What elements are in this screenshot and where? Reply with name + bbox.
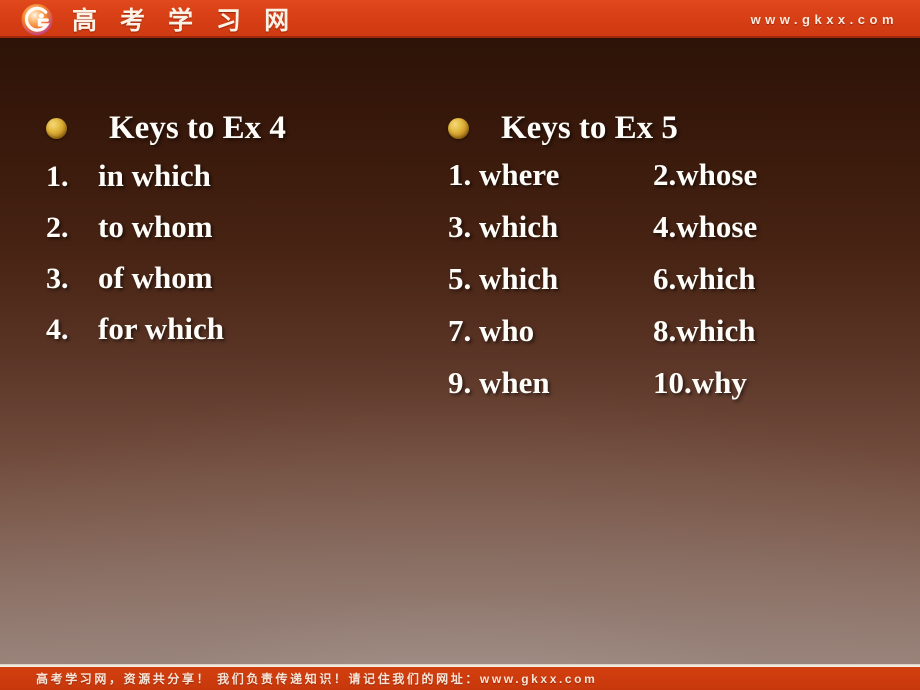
list-item: 2. to whom (46, 209, 436, 260)
keys-ex4-heading-row: Keys to Ex 4 (46, 104, 436, 152)
brand-char-3: 学 (168, 7, 195, 35)
list-item: 5. which 6.which (448, 261, 888, 313)
item-number: 2. (46, 211, 69, 244)
list-item: 9. when 10.why (448, 365, 888, 417)
brand-char-2: 考 (120, 7, 147, 35)
brand-char-1: 高 (72, 7, 99, 35)
gkxx-circle-g-logo-icon (21, 3, 53, 36)
brand-char-5: 网 (264, 7, 291, 35)
list-item: 3. of whom (46, 260, 436, 311)
item-answer-right: 8.which (653, 313, 756, 348)
list-item: 1. in which (46, 158, 436, 209)
item-answer: to whom (98, 209, 213, 244)
item-number: 1. (46, 160, 69, 193)
item-number: 3. (46, 262, 69, 295)
brand-char-4: 习 (216, 7, 243, 35)
keys-ex5-heading-label: Keys to Ex 5 (501, 109, 678, 146)
keys-ex5-answer-list: 1. where 2.whose 3. which 4.whose 5. whi… (448, 157, 888, 417)
item-answer-right: 4.whose (653, 209, 758, 244)
list-item: 4. for which (46, 311, 436, 362)
list-item: 3. which 4.whose (448, 209, 888, 261)
item-answer-left: 3. which (448, 209, 559, 244)
keys-ex4-answer-list: 1. in which 2. to whom 3. of whom 4. for… (46, 158, 436, 362)
list-item: 7. who 8.which (448, 313, 888, 365)
list-item: 1. where 2.whose (448, 157, 888, 209)
site-url-label: www.gkxx.com (750, 11, 898, 27)
item-answer-right: 10.why (653, 365, 747, 400)
keys-ex5-heading-row: Keys to Ex 5 (448, 104, 888, 152)
slide-body: Keys to Ex 4 1. in which 2. to whom 3. o… (0, 38, 920, 666)
item-answer: of whom (98, 260, 213, 295)
item-answer-left: 1. where (448, 157, 560, 192)
site-header-bar: 高 考 学 习 网 www.gkxx.com (0, 0, 920, 38)
gold-sphere-bullet-icon (448, 117, 469, 139)
item-answer: for which (98, 311, 225, 346)
item-number: 4. (46, 313, 69, 346)
keys-ex5-column: Keys to Ex 5 1. where 2.whose 3. which 4… (448, 38, 888, 417)
item-answer-left: 7. who (448, 313, 535, 348)
gold-sphere-bullet-icon (46, 117, 67, 139)
keys-ex4-heading-label: Keys to Ex 4 (109, 109, 286, 146)
site-footer-bar: 高考学习网，资源共分享！ 我们负责传递知识！请记住我们的网址：www.gkxx.… (0, 667, 920, 690)
keys-ex4-column: Keys to Ex 4 1. in which 2. to whom 3. o… (46, 38, 436, 362)
site-brand-title: 高 考 学 习 网 (72, 2, 290, 36)
footer-promo-text: 高考学习网，资源共分享！ 我们负责传递知识！请记住我们的网址：www.gkxx.… (36, 672, 598, 686)
item-answer-right: 2.whose (653, 157, 758, 192)
item-answer-left: 9. when (448, 365, 550, 400)
item-answer-right: 6.which (653, 261, 756, 296)
presentation-slide: 高 考 学 习 网 www.gkxx.com Keys to Ex 4 1. i… (0, 0, 920, 690)
item-answer: in which (98, 158, 211, 193)
item-answer-left: 5. which (448, 261, 559, 296)
